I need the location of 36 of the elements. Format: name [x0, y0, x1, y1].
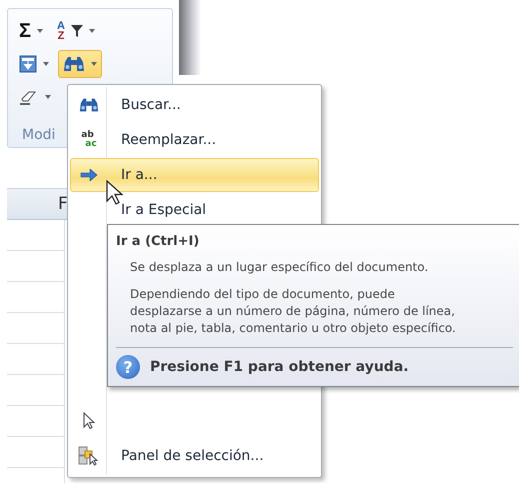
menu-item[interactable]: Panel de selección... [70, 439, 319, 473]
help-hint: Presione F1 para obtener ayuda. [150, 359, 409, 375]
menu-item[interactable]: Buscar... [70, 88, 319, 122]
binoculars-icon [63, 56, 85, 72]
selection-pane-icon [78, 446, 100, 466]
grid-cell [7, 437, 65, 468]
pointer-icon [83, 412, 95, 430]
group-label: Modi [22, 127, 56, 143]
sum-button[interactable]: Σ [14, 17, 48, 45]
down-arrow-box-icon [19, 55, 37, 73]
tooltip-title: Ir a (Ctrl+I) [116, 234, 200, 249]
help-icon: ? [116, 355, 140, 379]
binoculars-icon [79, 97, 99, 113]
filter-icon [70, 24, 83, 38]
sort-filter-button[interactable]: A Z [52, 17, 100, 45]
grid-cell [7, 282, 65, 313]
grid-cell [7, 406, 65, 437]
caret-icon [43, 62, 49, 66]
tooltip-description: Se desplaza a un lugar específico del documento. [130, 259, 430, 276]
mouse-pointer-icon [106, 180, 124, 206]
eraser-icon [19, 89, 39, 105]
find-button[interactable] [58, 50, 102, 78]
grid-cell [7, 220, 65, 251]
caret-icon [91, 62, 97, 66]
caret-icon [37, 29, 44, 33]
replace-icon: ab ac [81, 131, 97, 149]
grid-cell [7, 344, 65, 375]
menu-item[interactable]: ab ac Reemplazar... [70, 123, 319, 157]
right-arrow-icon [80, 169, 98, 181]
menu-item[interactable]: Ir a... [70, 158, 319, 192]
grid-cell [7, 375, 65, 406]
grid-cell [7, 313, 65, 344]
tooltip-description: Dependiendo del tipo de documento, puede desplazarse a un número de página, número de línea, nota al pie, tabla, comentario u otro objeto específico. [130, 286, 457, 337]
caret-icon [45, 95, 51, 99]
grid-cell [7, 251, 65, 282]
caret-icon [88, 29, 95, 33]
